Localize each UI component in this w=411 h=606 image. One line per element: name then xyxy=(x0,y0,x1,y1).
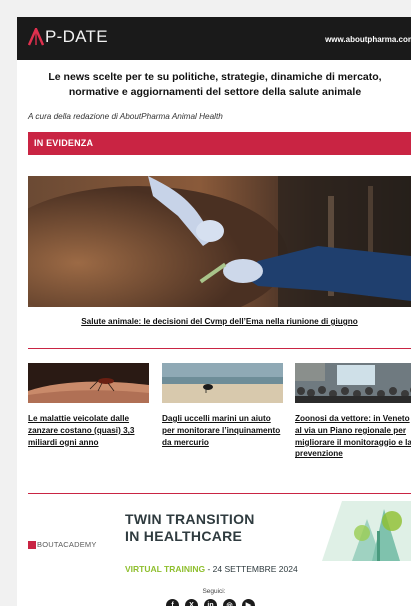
green-building-illustration xyxy=(322,501,411,561)
article-card-mosquito[interactable]: Le malattie veicolate dalle zanzare cost… xyxy=(28,363,149,448)
intro-text: Le news scelte per te su politiche, stra… xyxy=(48,71,382,98)
hero-article-link[interactable]: Salute animale: le decisioni del Cvmp de… xyxy=(28,317,411,326)
window-left-edge xyxy=(0,0,17,606)
divider-top xyxy=(28,348,411,349)
logo-text: P-DATE xyxy=(45,27,108,46)
article-title[interactable]: Le malattie veicolate dalle zanzare cost… xyxy=(28,413,149,448)
article-card-conference[interactable]: Zoonosi da vettore: in Veneto al via un … xyxy=(295,363,411,460)
social-links: f X in ◎ ▶ xyxy=(166,599,255,606)
ap-logo-mark-icon xyxy=(28,28,44,46)
banner-headline-2: IN HEALTHCARE xyxy=(125,528,243,544)
hero-image[interactable] xyxy=(28,176,411,307)
article-title[interactable]: Dagli uccelli marini un aiuto per monito… xyxy=(162,413,283,448)
newsletter-body: P-DATE www.aboutpharma.com Le news scelt… xyxy=(17,17,411,606)
follow-label: Seguici: xyxy=(202,588,226,595)
banner-event-date: - 24 SETTEMBRE 2024 xyxy=(205,564,298,574)
site-url-link[interactable]: www.aboutpharma.com xyxy=(325,35,411,44)
linkedin-icon[interactable]: in xyxy=(204,599,217,606)
window-top-edge xyxy=(0,0,411,17)
section-title: IN EVIDENZA xyxy=(34,138,94,148)
seabird-photo[interactable] xyxy=(162,363,283,403)
mosquito-photo[interactable] xyxy=(28,363,149,403)
conference-photo[interactable] xyxy=(295,363,411,403)
article-card-seabird[interactable]: Dagli uccelli marini un aiuto per monito… xyxy=(162,363,283,448)
banner-headline-1: TWIN TRANSITION xyxy=(125,511,255,527)
section-header-bar: IN EVIDENZA xyxy=(28,132,411,155)
banner-event-type: VIRTUAL TRAINING xyxy=(125,564,206,574)
instagram-icon[interactable]: ◎ xyxy=(223,599,236,606)
academy-label: BOUTACADEMY xyxy=(37,540,97,549)
x-icon[interactable]: X xyxy=(185,599,198,606)
youtube-icon[interactable]: ▶ xyxy=(242,599,255,606)
academy-mark-icon xyxy=(28,540,36,549)
facebook-icon[interactable]: f xyxy=(166,599,179,606)
aboutacademy-logo: BOUTACADEMY xyxy=(28,540,97,549)
byline: A cura della redazione di AboutPharma An… xyxy=(28,112,223,121)
divider-bottom xyxy=(28,493,411,494)
banner-event-info: VIRTUAL TRAINING - 24 SETTEMBRE 2024 xyxy=(125,564,298,574)
ap-date-logo[interactable]: P-DATE xyxy=(28,26,108,48)
newsletter-header: P-DATE www.aboutpharma.com xyxy=(17,17,411,60)
article-title[interactable]: Zoonosi da vettore: in Veneto al via un … xyxy=(295,413,411,460)
